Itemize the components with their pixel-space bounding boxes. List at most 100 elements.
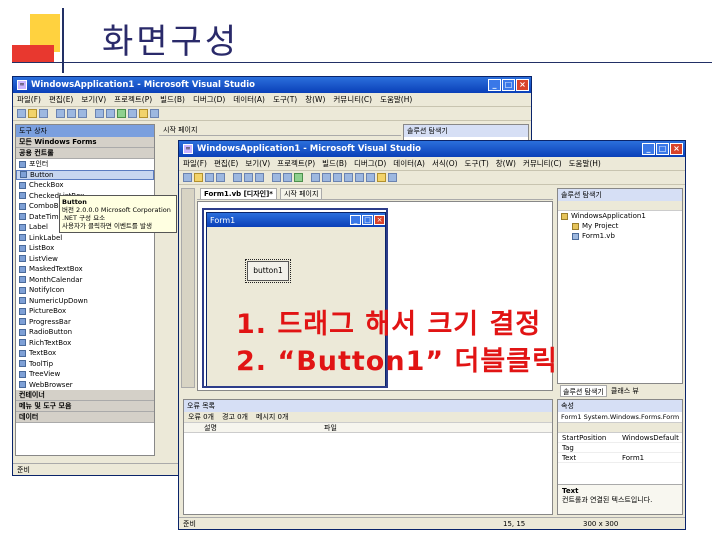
paste-icon[interactable] [78, 109, 87, 118]
solution-explorer-icon[interactable] [139, 109, 148, 118]
toolbox-item[interactable]: RadioButton [16, 327, 154, 338]
toolbox-item[interactable]: ListView [16, 254, 154, 265]
property-row[interactable]: StartPosition WindowsDefault [558, 433, 682, 443]
properties-icon[interactable] [150, 109, 159, 118]
redo-icon[interactable] [283, 173, 292, 182]
back-window-titlebar[interactable]: ∞ WindowsApplication1 - Microsoft Visual… [13, 77, 531, 93]
toolbox-item[interactable]: ProgressBar [16, 317, 154, 328]
new-project-icon[interactable] [183, 173, 192, 182]
menu-item[interactable]: 도움말(H) [380, 94, 412, 105]
menu-item[interactable]: 도구(T) [273, 94, 297, 105]
toolbox-section-containers[interactable]: 컨테이너 [16, 390, 154, 401]
toolbox-item[interactable]: TextBox [16, 348, 154, 359]
back-doc-tab[interactable]: 시작 페이지 [163, 126, 197, 134]
start-debug-icon[interactable] [294, 173, 303, 182]
menu-item[interactable]: 편집(E) [214, 158, 238, 169]
property-value[interactable]: WindowsDefault [618, 433, 679, 442]
copy-icon[interactable] [67, 109, 76, 118]
align-middle-icon[interactable] [355, 173, 364, 182]
toolbox-item[interactable]: MaskedTextBox [16, 264, 154, 275]
undo-icon[interactable] [95, 109, 104, 118]
solution-tree-item[interactable]: WindowsApplication1 [558, 211, 682, 221]
menu-item[interactable]: 커뮤니티(C) [333, 94, 372, 105]
front-window-titlebar[interactable]: ∞ WindowsApplication1 - Microsoft Visual… [179, 141, 685, 157]
menu-item[interactable]: 서식(O) [432, 158, 458, 169]
menu-item[interactable]: 편집(E) [49, 94, 73, 105]
copy-icon[interactable] [244, 173, 253, 182]
property-value[interactable]: Form1 [618, 453, 644, 462]
toolbox-item-button[interactable]: Button [16, 169, 154, 180]
menu-item[interactable]: 보기(V) [81, 94, 106, 105]
menu-item[interactable]: 디버그(D) [354, 158, 386, 169]
toolbox-item[interactable]: 포인터 [16, 159, 154, 170]
toolbox-item[interactable]: PictureBox [16, 306, 154, 317]
save-icon[interactable] [205, 173, 214, 182]
error-col-description[interactable]: 설명 [184, 423, 304, 432]
new-project-icon[interactable] [17, 109, 26, 118]
toolbox-section-all[interactable]: 모든 Windows Forms [16, 137, 154, 148]
menu-item[interactable]: 빌드(B) [322, 158, 347, 169]
properties-icon[interactable] [388, 173, 397, 182]
properties-object-selector[interactable]: Form1 System.Windows.Forms.Form [558, 412, 682, 423]
menu-item[interactable]: 빌드(B) [160, 94, 185, 105]
open-folder-icon[interactable] [28, 109, 37, 118]
menu-item[interactable]: 데이터(A) [393, 158, 425, 169]
menu-item[interactable]: 디버그(D) [193, 94, 225, 105]
property-row[interactable]: Tag [558, 443, 682, 453]
property-value[interactable] [618, 443, 622, 452]
toolbox-item[interactable]: NumericUpDown [16, 296, 154, 307]
minimize-button[interactable]: _ [488, 79, 501, 91]
menu-item[interactable]: 프로젝트(P) [277, 158, 315, 169]
align-right-icon[interactable] [333, 173, 342, 182]
maximize-button[interactable]: □ [656, 143, 669, 155]
toolbox-item[interactable]: NotifyIcon [16, 285, 154, 296]
toolbox-item[interactable]: ListBox [16, 243, 154, 254]
menu-item[interactable]: 도구(T) [465, 158, 489, 169]
menu-item[interactable]: 커뮤니티(C) [523, 158, 562, 169]
close-button[interactable]: × [516, 79, 529, 91]
cut-icon[interactable] [56, 109, 65, 118]
toolbox-section-common[interactable]: 공용 컨트롤 [16, 148, 154, 159]
toolbox-item[interactable]: CheckBox [16, 180, 154, 191]
message-count-button[interactable]: 메시지 0개 [256, 412, 288, 422]
align-top-icon[interactable] [344, 173, 353, 182]
menu-item[interactable]: 보기(V) [245, 158, 270, 169]
doc-tab-start-page[interactable]: 시작 페이지 [279, 187, 323, 200]
redo-icon[interactable] [106, 109, 115, 118]
front-toolbox-strip[interactable] [181, 188, 195, 388]
align-left-icon[interactable] [311, 173, 320, 182]
error-count-button[interactable]: 오류 0개 [188, 412, 214, 422]
close-button[interactable]: × [670, 143, 683, 155]
menu-item[interactable]: 창(W) [305, 94, 325, 105]
panel-tab-class-view[interactable]: 클래스 뷰 [611, 385, 639, 397]
align-bottom-icon[interactable] [366, 173, 375, 182]
toolbox-item[interactable]: ToolTip [16, 359, 154, 370]
toolbox-section-data[interactable]: 데이터 [16, 412, 154, 423]
toolbox-section-menus[interactable]: 메뉴 및 도구 모음 [16, 401, 154, 412]
save-icon[interactable] [39, 109, 48, 118]
find-icon[interactable] [128, 109, 137, 118]
cut-icon[interactable] [233, 173, 242, 182]
undo-icon[interactable] [272, 173, 281, 182]
solution-tree-item[interactable]: Form1.vb [558, 231, 682, 241]
error-col-file[interactable]: 파일 [304, 423, 337, 432]
menu-item[interactable]: 데이터(A) [233, 94, 265, 105]
start-debug-icon[interactable] [117, 109, 126, 118]
menu-item[interactable]: 파일(F) [183, 158, 207, 169]
toolbox-item[interactable]: TreeView [16, 369, 154, 380]
toolbox-item[interactable]: MonthCalendar [16, 275, 154, 286]
toolbox-item[interactable]: LinkLabel [16, 233, 154, 244]
menu-item[interactable]: 도움말(H) [569, 158, 601, 169]
toolbox-item[interactable]: RichTextBox [16, 338, 154, 349]
solution-explorer-icon[interactable] [377, 173, 386, 182]
menu-item[interactable]: 창(W) [496, 158, 516, 169]
panel-tab-solution[interactable]: 솔루션 탐색기 [560, 385, 607, 397]
align-center-icon[interactable] [322, 173, 331, 182]
save-all-icon[interactable] [216, 173, 225, 182]
menu-item[interactable]: 프로젝트(P) [114, 94, 152, 105]
solution-tree-item[interactable]: My Project [558, 221, 682, 231]
menu-item[interactable]: 파일(F) [17, 94, 41, 105]
doc-tab-form-designer[interactable]: Form1.vb [디자인]* [200, 187, 277, 200]
maximize-button[interactable]: □ [502, 79, 515, 91]
property-row[interactable]: Text Form1 [558, 453, 682, 463]
